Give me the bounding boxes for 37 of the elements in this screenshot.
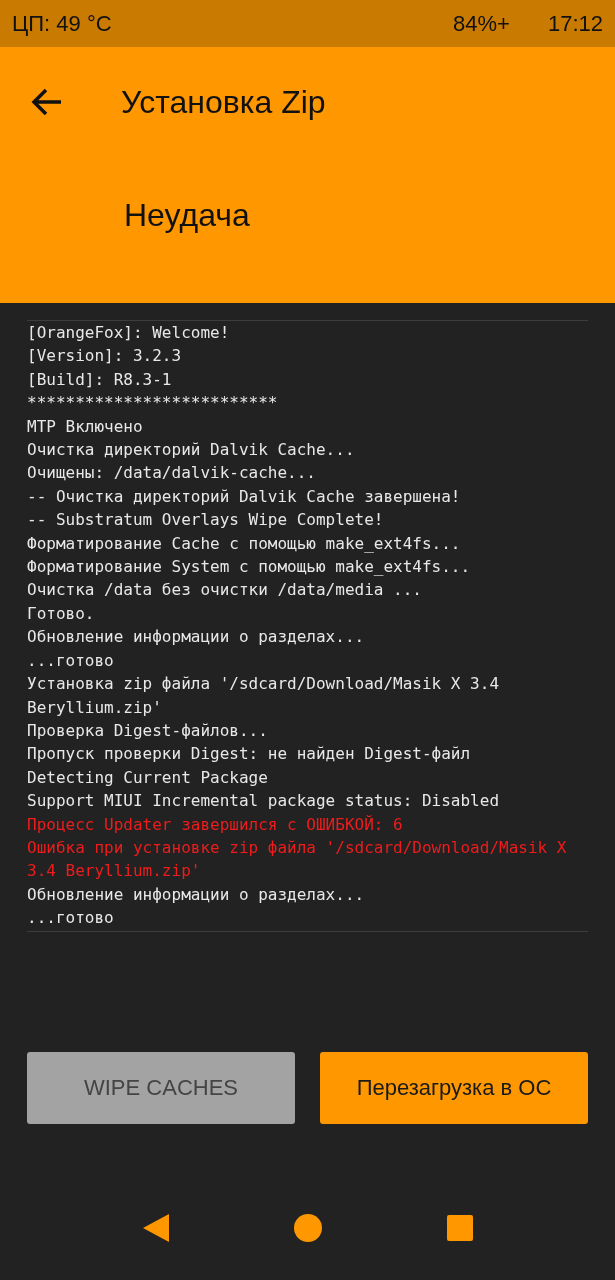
log-line: Очищены: /data/dalvik-cache... [27,462,317,485]
install-status: Неудача [124,197,250,234]
log-line: [Version]: 3.2.3 [27,345,183,368]
log-line: [OrangeFox]: Welcome! [27,322,231,344]
log-line: Пропуск проверки Digest: не найден Digest-файл [27,743,472,766]
log-line: Support MIUI Incremental package status: Disabled [27,790,500,813]
back-triangle-icon[interactable] [142,1214,169,1242]
log-line: MTP Включено [27,415,144,438]
log-line: ...готово [27,907,115,930]
log-line: Форматирование Cache с помощью make_ext4fs... [27,532,462,555]
log-line: Установка zip файла '/sdcard/Download/Masik X 3.4 [27,673,500,696]
log-line: Готово. [27,602,96,625]
log-line: Обновление информации о разделах... [27,626,366,649]
recents-square-icon[interactable] [446,1215,473,1241]
clock: 17:12 [547,10,603,37]
home-circle-icon[interactable] [293,1214,322,1242]
log-line: Очистка директорий Dalvik Cache... [27,439,356,462]
error-log-line: 3.4 Beryllium.zip' [27,860,202,883]
log-line: Очистка /data без очистки /data/media ... [27,579,423,602]
log-line: Beryllium.zip' [27,696,163,719]
log-line: ************************** [27,392,279,415]
back-arrow-icon[interactable] [31,88,63,116]
log-line: Форматирование System с помощью make_ext4fs... [27,556,472,579]
log-line: -- Substratum Overlays Wipe Complete! [27,509,385,532]
log-line: ...готово [27,649,115,672]
page-title: Установка Zip [121,83,326,121]
error-log-line: Ошибка при установке zip файла '/sdcard/Download/Masik X [27,836,568,859]
log-line: Проверка Digest-файлов... [27,719,269,742]
wipe-button[interactable]: WIPE CACHES [27,1052,295,1124]
battery-level: 84%+ [453,10,510,37]
log-line: [Build]: R8.3-1 [27,368,173,391]
cpu-temperature: ЦП: 49 °C [12,10,112,37]
log-line: -- Очистка директорий Dalvik Cache завершена! [27,485,462,508]
log-line: Обновление информации о разделах... [27,883,366,906]
error-log-line: Процесс Updater завершился с ОШИБКОЙ: 6 [27,813,404,836]
reboot-button[interactable]: Перезагрузка в ОС [320,1052,588,1124]
log-line: Detecting Current Package [27,766,269,789]
